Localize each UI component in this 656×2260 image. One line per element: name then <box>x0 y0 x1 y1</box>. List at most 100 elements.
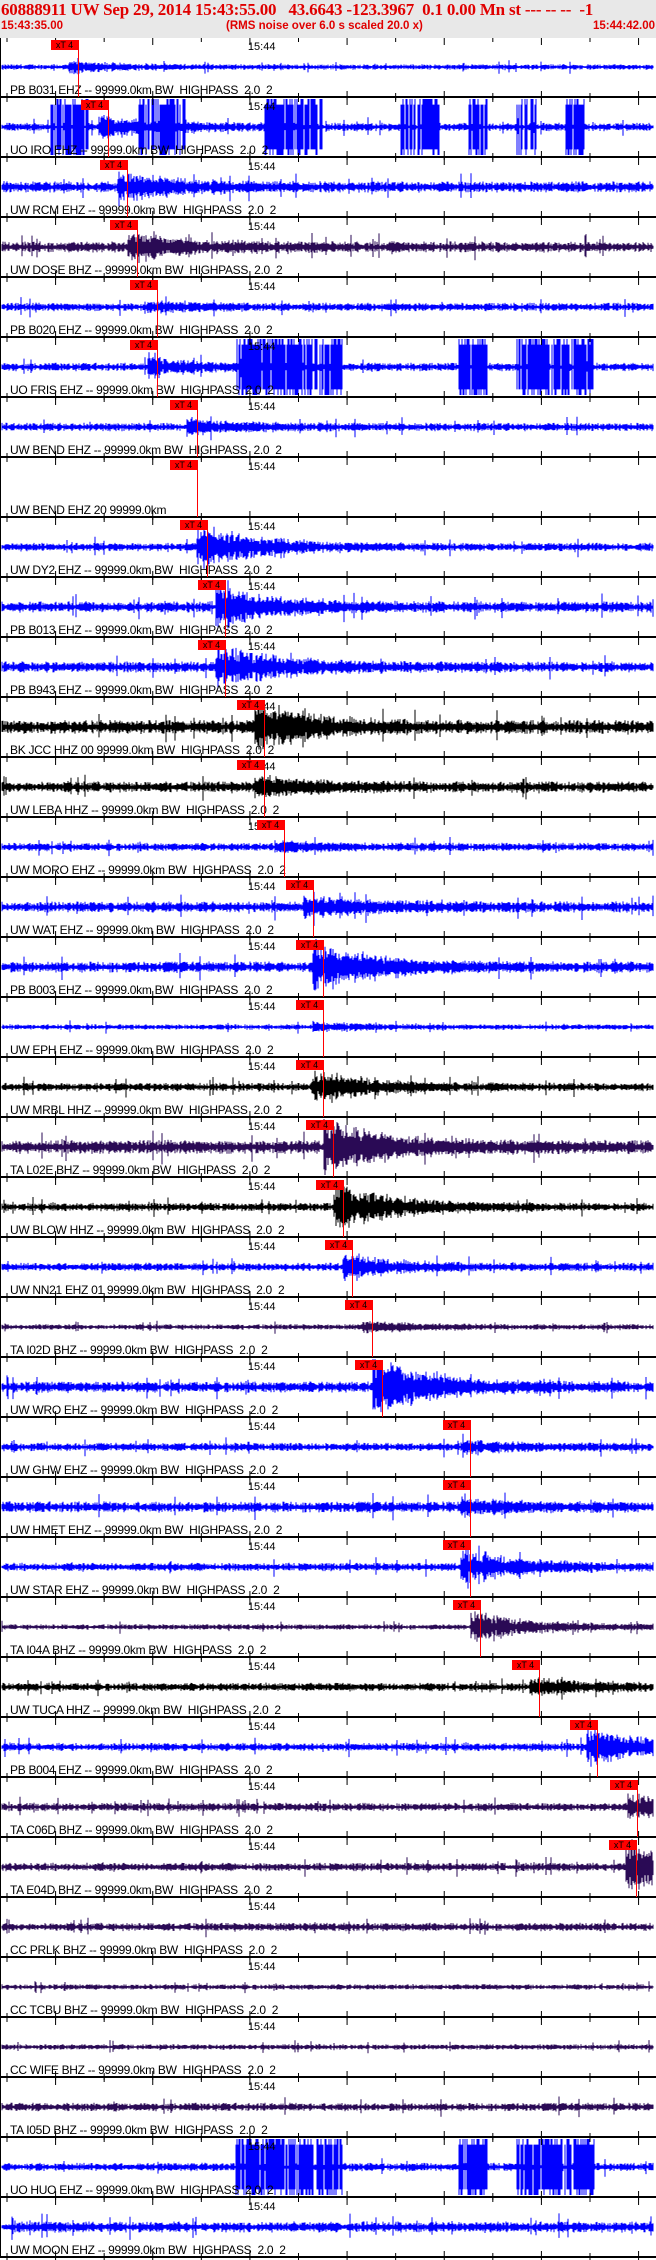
pick-marker[interactable]: xT 4 <box>257 820 284 830</box>
trace-panel[interactable]: 15:44 TA E04D BHZ -- 99999.0km BW HIGHPAS… <box>0 1838 656 1900</box>
pick-line[interactable] <box>197 400 198 457</box>
trace-panel[interactable]: 15:44 UW MRBL HHZ -- 99999.0km BW HIGHPAS… <box>0 1058 656 1120</box>
pick-line[interactable] <box>323 1060 324 1117</box>
pick-line[interactable] <box>78 40 79 97</box>
pick-line[interactable] <box>470 1540 471 1597</box>
pick-marker[interactable]: xT 4 <box>316 1180 343 1190</box>
pick-marker[interactable]: xT 4 <box>443 1420 470 1430</box>
trace-panel[interactable]: 15:44 UW EPH EHZ -- 99999.0km BW HIGHPASS… <box>0 998 656 1060</box>
pick-marker[interactable]: xT 4 <box>237 700 264 710</box>
pick-marker[interactable]: xT 4 <box>570 1720 597 1730</box>
pick-marker[interactable]: xT 4 <box>306 1120 333 1130</box>
pick-line[interactable] <box>137 220 138 277</box>
pick-line[interactable] <box>597 1720 598 1777</box>
pick-line[interactable] <box>225 580 226 637</box>
pick-line[interactable] <box>313 880 314 937</box>
pick-line[interactable] <box>333 1120 334 1177</box>
pick-marker[interactable]: xT 4 <box>345 1300 372 1310</box>
trace-panel[interactable]: 15:44 PB B020 EHZ -- 99999.0km BW HIGHPAS… <box>0 278 656 340</box>
pick-marker[interactable]: xT 4 <box>51 40 78 50</box>
pick-marker[interactable]: xT 4 <box>296 940 323 950</box>
pick-marker[interactable]: xT 4 <box>170 400 197 410</box>
pick-marker[interactable]: xT 4 <box>443 1480 470 1490</box>
trace-panel[interactable]: 15:44 PB B004 EHZ -- 99999.0km BW HIGHPAS… <box>0 1718 656 1780</box>
pick-marker[interactable]: xT 4 <box>609 1840 636 1850</box>
pick-marker[interactable]: xT 4 <box>110 220 137 230</box>
trace-panel[interactable]: 15:44 UO IRO EHZ -- 99999.0km BW HIGHPASS… <box>0 98 656 160</box>
pick-line[interactable] <box>470 1420 471 1477</box>
trace-panel[interactable]: 15:44 UW BEND EHZ -- 99999.0km BW HIGHPAS… <box>0 398 656 460</box>
pick-line[interactable] <box>264 700 265 757</box>
pick-line[interactable] <box>372 1300 373 1357</box>
pick-marker[interactable]: xT 4 <box>81 100 108 110</box>
trace-panel[interactable]: 15:44 UW BEND EHZ 20 99999.0km xT 4 <box>0 458 656 520</box>
trace-panel[interactable]: 15:44 CC WIFE BHZ -- 99999.0km BW HIGHPAS… <box>0 2018 656 2080</box>
trace-panel[interactable]: 15:44 TA I05D BHZ -- 99999.0km BW HIGHPAS… <box>0 2078 656 2140</box>
pick-marker[interactable]: xT 4 <box>610 1780 637 1790</box>
pick-marker[interactable]: xT 4 <box>170 460 197 470</box>
trace-panel[interactable]: 15:44 TA I04A BHZ -- 99999.0km BW HIGHPAS… <box>0 1598 656 1660</box>
pick-line[interactable] <box>225 640 226 697</box>
trace-panel[interactable]: 15:44 CC TCBU BHZ -- 99999.0km BW HIGHPAS… <box>0 1958 656 2020</box>
pick-line[interactable] <box>637 1780 638 1837</box>
trace-panel[interactable]: 15:44 TA I02D BHZ -- 99999.0km BW HIGHPAS… <box>0 1298 656 1360</box>
pick-line[interactable] <box>108 100 109 157</box>
pick-marker[interactable]: xT 4 <box>100 160 127 170</box>
trace-panel[interactable]: 15:44 UW RCM EHZ -- 99999.0km BW HIGHPASS… <box>0 158 656 220</box>
trace-panel[interactable]: 15:44UW LEBA HHZ -- 99999.0km BW HIGHPAS… <box>0 758 656 820</box>
pick-marker[interactable]: xT 4 <box>198 640 225 650</box>
pick-line[interactable] <box>197 460 198 517</box>
trace-panel[interactable]: 15:44 UW DOSE BHZ -- 99999.0km BW HIGHPAS… <box>0 218 656 280</box>
trace-panel[interactable]: 15:44 PB B003 EHZ -- 99999.0km BW HIGHPAS… <box>0 938 656 1000</box>
pick-line[interactable] <box>470 1480 471 1537</box>
pick-marker[interactable]: xT 4 <box>198 580 225 590</box>
pick-marker[interactable]: xT 4 <box>130 280 157 290</box>
pick-marker[interactable]: xT 4 <box>355 1360 382 1370</box>
pick-marker[interactable]: xT 4 <box>237 760 264 770</box>
trace-panel[interactable]: 15:44 UW MOON EHZ -- 99999.0km BW HIGHPAS… <box>0 2198 656 2260</box>
pick-line[interactable] <box>539 1660 540 1717</box>
pick-line[interactable] <box>264 760 265 817</box>
trace-panel[interactable]: 15:44 UW DY2 EHZ -- 99999.0km BW HIGHPASS… <box>0 518 656 580</box>
pick-line[interactable] <box>157 280 158 337</box>
trace-panel[interactable]: 15:44 TA L02E BHZ -- 99999.0km BW HIGHPAS… <box>0 1118 656 1180</box>
pick-line[interactable] <box>636 1840 637 1897</box>
pick-line[interactable] <box>157 340 158 397</box>
station-label: UW DY2 EHZ -- 99999.0km BW HIGHPASS 2.0 … <box>10 563 272 577</box>
pick-marker[interactable]: xT 4 <box>453 1600 480 1610</box>
trace-panel[interactable]: 15:44 UO HUO EHZ -- 99999.0km BW HIGHPASS… <box>0 2138 656 2200</box>
trace-panel[interactable]: 15:44 PB B943 EHZ -- 99999.0km BW HIGHPAS… <box>0 638 656 700</box>
pick-line[interactable] <box>352 1240 353 1297</box>
pick-line[interactable] <box>382 1360 383 1417</box>
pick-line[interactable] <box>323 1000 324 1057</box>
trace-panel[interactable]: 15:44 UW NN21 EHZ 01 99999.0km BW HIGHPAS… <box>0 1238 656 1300</box>
pick-line[interactable] <box>207 520 208 577</box>
pick-marker[interactable]: xT 4 <box>296 1060 323 1070</box>
pick-line[interactable] <box>480 1600 481 1657</box>
trace-panel[interactable]: 15:44 PB B031 EHZ -- 99999.0km BW HIGHPAS… <box>0 38 656 100</box>
pick-line[interactable] <box>127 160 128 217</box>
trace-panel[interactable]: 15:44 CC PRLK BHZ -- 99999.0km BW HIGHPAS… <box>0 1898 656 1960</box>
trace-panel[interactable]: 15:44 UW WAT EHZ -- 99999.0km BW HIGHPASS… <box>0 878 656 940</box>
pick-marker[interactable]: xT 4 <box>325 1240 352 1250</box>
trace-panel[interactable]: 15:44 UW STAR EHZ -- 99999.0km BW HIGHPAS… <box>0 1538 656 1600</box>
trace-panel[interactable]: 15:44 UO FRIS EHZ -- 99999.0km BW HIGHPAS… <box>0 338 656 400</box>
pick-marker[interactable]: xT 4 <box>512 1660 539 1670</box>
pick-marker[interactable]: xT 4 <box>286 880 313 890</box>
trace-panel[interactable]: 15:44 UW TUCA HHZ -- 99999.0km BW HIGHPAS… <box>0 1658 656 1720</box>
pick-line[interactable] <box>343 1180 344 1237</box>
trace-panel[interactable]: 15:44 UW WRO EHZ -- 99999.0km BW HIGHPASS… <box>0 1358 656 1420</box>
trace-panel[interactable]: 15:44 UW GHW EHZ -- 99999.0km BW HIGHPASS… <box>0 1418 656 1480</box>
pick-line[interactable] <box>323 940 324 997</box>
pick-marker[interactable]: xT 4 <box>296 1000 323 1010</box>
trace-panel[interactable]: 15:44 UW BLOW HHZ -- 99999.0km BW HIGHPAS… <box>0 1178 656 1240</box>
pick-line[interactable] <box>284 820 285 877</box>
trace-panel[interactable]: 15:44 UW HMET EHZ -- 99999.0km BW HIGHPAS… <box>0 1478 656 1540</box>
pick-marker[interactable]: xT 4 <box>130 340 157 350</box>
trace-panel[interactable]: 15:44BK JCC HHZ 00 99999.0km BW HIGHPASS… <box>0 698 656 760</box>
trace-panel[interactable]: 15:44UW MORO EHZ -- 99999.0km BW HIGHPAS… <box>0 818 656 880</box>
pick-marker[interactable]: xT 4 <box>180 520 207 530</box>
trace-panel[interactable]: 15:44 PB B013 EHZ -- 99999.0km BW HIGHPAS… <box>0 578 656 640</box>
pick-marker[interactable]: xT 4 <box>443 1540 470 1550</box>
trace-panel[interactable]: 15:44 TA C06D BHZ -- 99999.0km BW HIGHPAS… <box>0 1778 656 1840</box>
